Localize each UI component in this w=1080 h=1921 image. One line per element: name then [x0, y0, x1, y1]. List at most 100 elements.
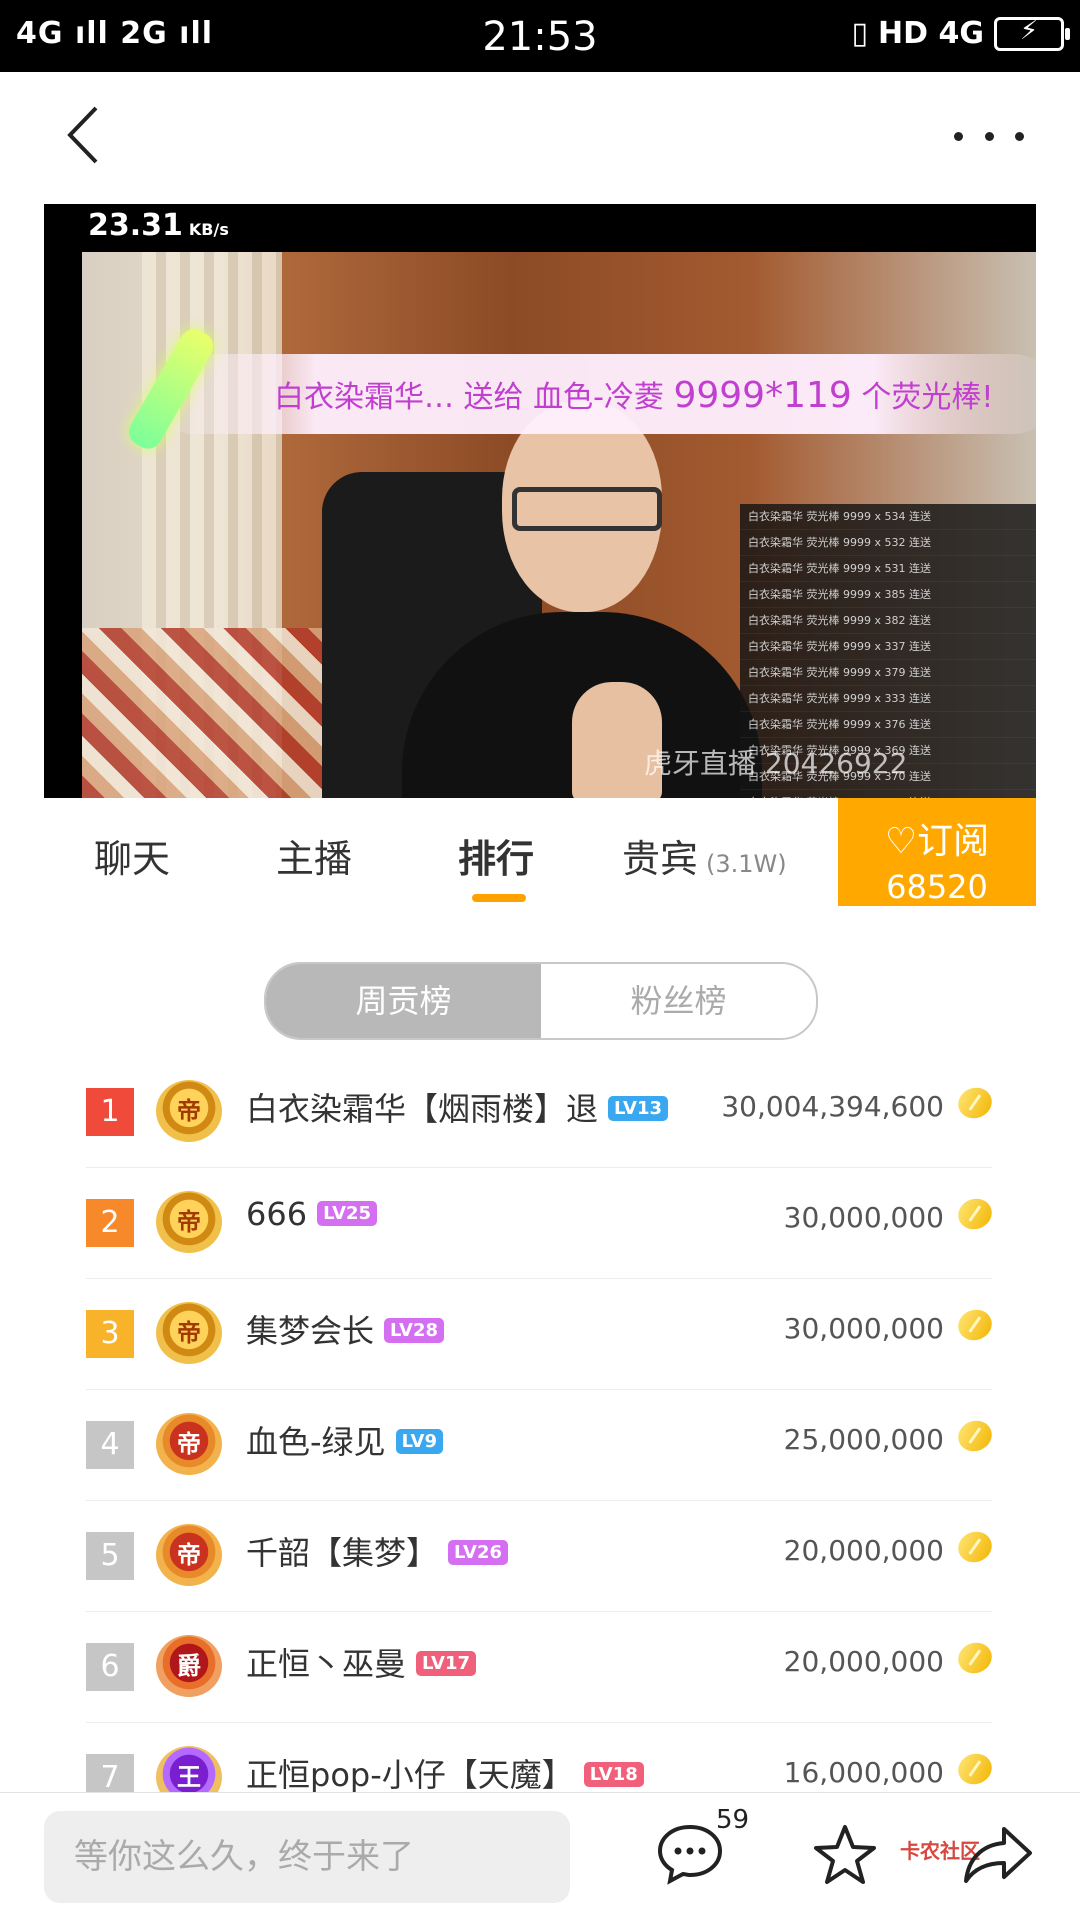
tab-vip-label: 贵宾	[622, 837, 699, 881]
gift-banner-text: 白衣染霜华… 送给 血色-冷菱 9999*119 个荧光棒!	[274, 375, 994, 416]
coin-icon	[953, 1416, 997, 1456]
contribution-score: 25,000,000	[783, 1423, 944, 1456]
user-name: 白衣染霜华【烟雨楼】退	[246, 1090, 599, 1128]
status-right: ▯ HD 4G ⚡	[851, 16, 1070, 51]
nav-bar	[0, 72, 1080, 202]
subscribe-button[interactable]: ♡订阅 68520	[838, 798, 1036, 906]
gift-log-row: 白衣染霜华 荧光棒 9999 x 333 连送	[740, 686, 1036, 712]
user-name: 千韶【集梦】	[246, 1534, 439, 1572]
gift-log-row: 白衣染霜华 荧光棒 9999 x 337 连送	[740, 634, 1036, 660]
more-dots-icon	[954, 131, 963, 141]
gift-log-row: 白衣染霜华 荧光棒 9999 x 379 连送	[740, 660, 1036, 686]
gift-log-row: 白衣染霜华 荧光棒 9999 x 531 连送	[740, 556, 1036, 582]
ranking-segment: 周贡榜 粉丝榜	[264, 962, 818, 1040]
level-badge: LV26	[448, 1540, 508, 1565]
tab-host[interactable]: 主播	[276, 828, 352, 883]
share-button[interactable]	[960, 1823, 1036, 1887]
gift-log-row: 白衣染霜华 荧光棒 9999 x 382 连送	[740, 608, 1036, 634]
segment-fans[interactable]: 粉丝榜	[541, 964, 816, 1038]
coin-icon	[953, 1194, 997, 1234]
level-badge: LV17	[416, 1651, 476, 1676]
noble-badge-icon: 帝	[156, 1191, 222, 1253]
gift-log-row: 白衣染霜华 荧光棒 9999 x 534 连送	[740, 504, 1036, 530]
inner-speed-unit: KB/s	[188, 220, 229, 239]
ranking-row[interactable]: 6 爵正恒丶巫曼 LV17 20,000,000	[86, 1611, 997, 1723]
comment-button[interactable]	[656, 1823, 724, 1885]
gift-log-row: 白衣染霜华 荧光棒 9999 x 532 连送	[740, 530, 1036, 556]
segment-weekly[interactable]: 周贡榜	[266, 964, 541, 1038]
rank-number: 2	[86, 1199, 134, 1247]
back-button[interactable]	[56, 100, 116, 170]
rank-number: 6	[86, 1643, 134, 1691]
contribution-score: 20,000,000	[783, 1534, 944, 1567]
noble-badge-icon: 爵	[156, 1635, 222, 1697]
rank-number: 5	[86, 1532, 134, 1580]
heart-plus-icon: ♡	[884, 821, 918, 862]
user-name-wrap: 666 LV25	[246, 1195, 378, 1233]
ranking-row[interactable]: 3 帝集梦会长 LV28 30,000,000	[86, 1278, 997, 1390]
comment-count: 59	[716, 1805, 750, 1835]
noble-badge-icon: 帝	[156, 1413, 222, 1475]
gift-log-row: 白衣染霜华 荧光棒 9999 x 368 连送	[740, 790, 1036, 798]
noble-badge-icon: 帝	[156, 1302, 222, 1364]
vip-count: (3.1W)	[706, 850, 787, 878]
user-name-wrap: 千韶【集梦】 LV26	[246, 1528, 508, 1574]
level-badge: LV28	[384, 1318, 444, 1343]
level-badge: LV13	[608, 1096, 668, 1121]
ranking-row[interactable]: 1 帝白衣染霜华【烟雨楼】退 LV13 30,004,394,600	[86, 1056, 997, 1168]
vibrate-icon: ▯	[851, 16, 869, 51]
status-bar: 4G ıll 2G ıll 21:53 ▯ HD 4G ⚡	[0, 0, 1080, 72]
contribution-score: 30,000,000	[783, 1312, 944, 1345]
ranking-panel: 周贡榜 粉丝榜 1 帝白衣染霜华【烟雨楼】退 LV13 30,004,394,600 2…	[44, 906, 1036, 1834]
video-watermark: 虎牙直播 20426922	[644, 747, 908, 780]
star-icon	[814, 1825, 876, 1884]
ranking-row[interactable]: 2 帝 666 LV25 30,000,000	[86, 1167, 997, 1279]
live-video-player[interactable]: 23.31 KB/s 白衣染霜华 荧光棒 9999 x 534 连送 白衣染霜华 荧…	[44, 204, 1036, 798]
contribution-score: 16,000,000	[783, 1756, 944, 1789]
video-inner-statusbar: 23.31 KB/s	[44, 204, 1036, 252]
battery-icon: ⚡	[994, 16, 1070, 51]
coin-icon	[953, 1305, 997, 1345]
user-name: 血色-绿见	[246, 1423, 386, 1461]
user-name-wrap: 正恒丶巫曼 LV17	[246, 1639, 476, 1685]
coin-icon	[953, 1527, 997, 1567]
noble-badge-icon: 帝	[156, 1524, 222, 1586]
user-name-wrap: 血色-绿见 LV9	[246, 1417, 444, 1463]
tab-bar: 聊天 主播 排行 贵宾 (3.1W) ♡订阅 68520	[44, 798, 1036, 907]
user-name: 666	[246, 1195, 308, 1233]
noble-badge-icon: 帝	[156, 1080, 222, 1142]
user-name-wrap: 正恒pop-小仔【天魔】 LV18	[246, 1750, 644, 1796]
comment-icon	[657, 1824, 723, 1885]
subscribe-count: 68520	[886, 868, 988, 906]
tab-active-indicator	[472, 894, 526, 902]
level-badge: LV9	[395, 1429, 444, 1454]
gift-log-row: 白衣染霜华 荧光棒 9999 x 376 连送	[740, 712, 1036, 738]
contribution-score: 20,000,000	[783, 1645, 944, 1678]
back-arrow-icon	[67, 106, 98, 164]
more-button[interactable]	[954, 116, 1024, 156]
rank-number: 1	[86, 1088, 134, 1136]
ranking-row[interactable]: 4 帝血色-绿见 LV9 25,000,000	[86, 1389, 997, 1501]
user-name-wrap: 集梦会长 LV28	[246, 1306, 444, 1352]
bottom-bar: 等你这么久，终于来了 59 卡农社区	[0, 1792, 1080, 1921]
network-label: HD 4G	[878, 16, 984, 51]
tab-ranking[interactable]: 排行	[458, 828, 534, 883]
tab-chat[interactable]: 聊天	[94, 828, 170, 883]
coin-icon	[953, 1083, 997, 1123]
tab-vip[interactable]: 贵宾 (3.1W)	[622, 828, 787, 883]
level-badge: LV18	[583, 1762, 644, 1787]
rank-number: 4	[86, 1421, 134, 1469]
share-icon	[964, 1827, 1032, 1883]
user-name: 正恒丶巫曼	[246, 1645, 407, 1683]
contribution-score: 30,004,394,600	[721, 1090, 944, 1123]
user-name: 集梦会长	[246, 1312, 375, 1350]
inner-speed: 23.31	[88, 208, 183, 243]
coin-icon	[953, 1638, 997, 1678]
chat-input[interactable]: 等你这么久，终于来了	[44, 1811, 570, 1903]
subscribe-label: 订阅	[917, 821, 990, 862]
user-name-wrap: 白衣染霜华【烟雨楼】退 LV13	[246, 1084, 668, 1130]
level-badge: LV25	[317, 1201, 378, 1226]
favorite-button[interactable]	[810, 1821, 880, 1891]
user-name: 正恒pop-小仔【天魔】	[246, 1756, 574, 1794]
ranking-row[interactable]: 5 帝千韶【集梦】 LV26 20,000,000	[86, 1500, 997, 1612]
